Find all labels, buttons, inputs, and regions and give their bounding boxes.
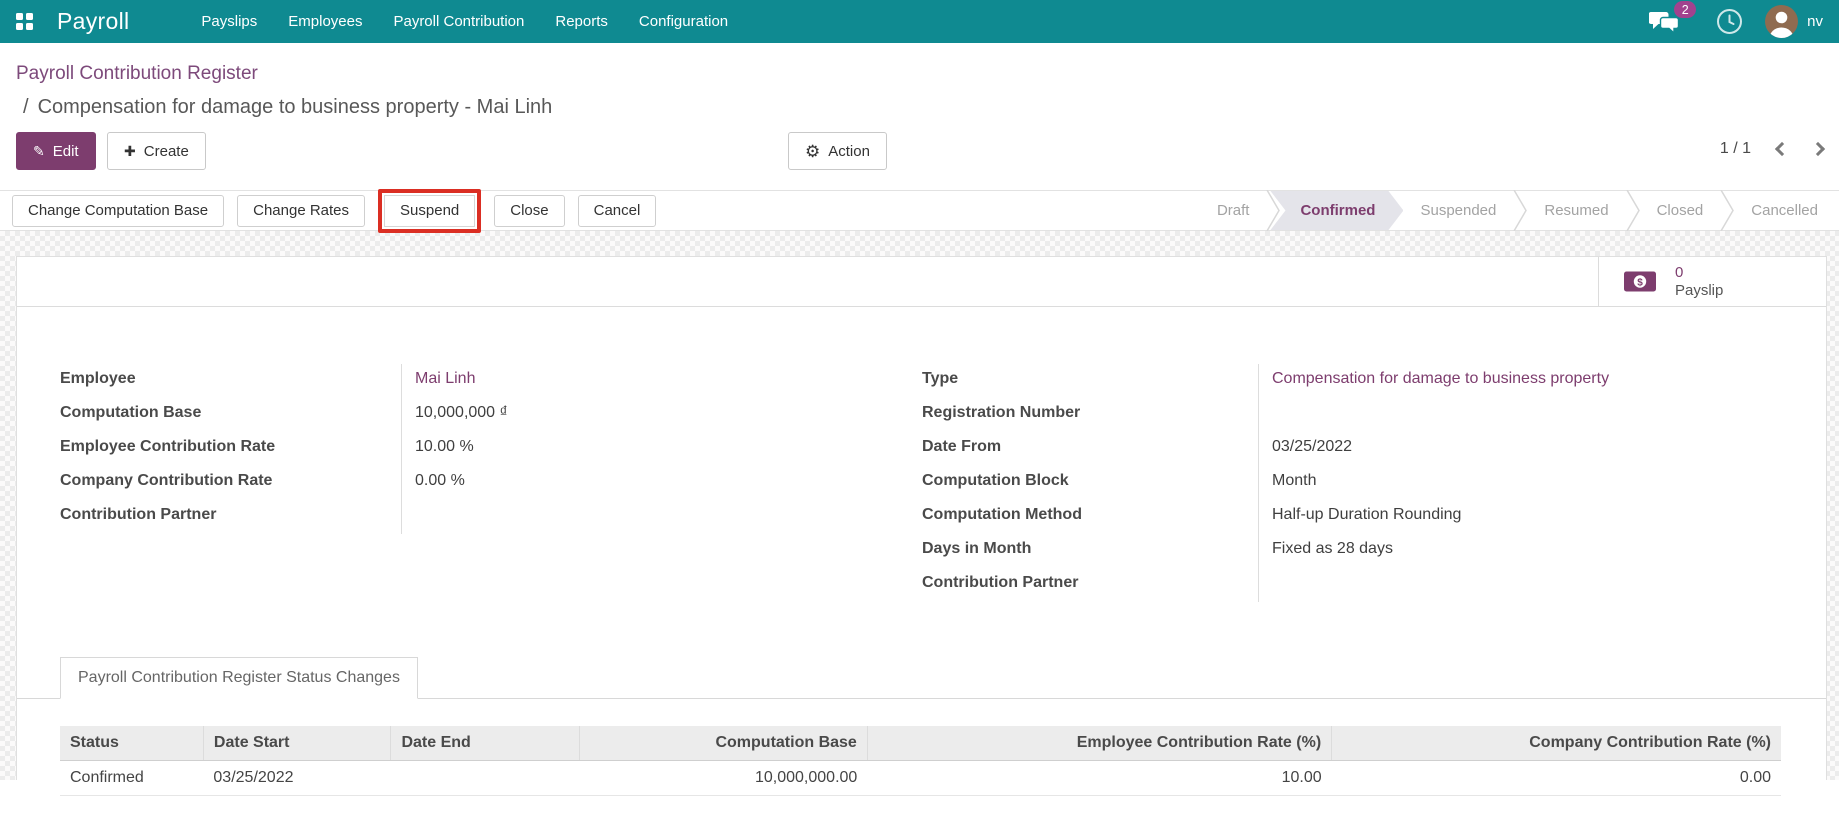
message-count-badge: 2 [1674,1,1696,18]
change-computation-base-button[interactable]: Change Computation Base [12,195,224,227]
top-navbar: Payroll Payslips Employees Payroll Contr… [0,0,1839,43]
type-link[interactable]: Compensation for damage to business prop… [1258,364,1781,398]
field-contribution-partner: Contribution Partner [60,500,905,534]
state-cancelled[interactable]: Cancelled [1734,191,1835,230]
col-status[interactable]: Status [60,726,203,761]
control-panel: ✎ Edit ✚ Create ⚙ Action 1 / 1 [0,132,1839,171]
user-menu[interactable]: nv [1765,5,1823,38]
state-separator [1513,190,1527,231]
menu-item-payslips[interactable]: Payslips [201,13,257,30]
record-title: Compensation for damage to business prop… [38,96,553,118]
cell-status: Confirmed [60,761,203,796]
breadcrumb-parent[interactable]: Payroll Contribution Register [16,63,1823,85]
cell-date-end [391,761,580,796]
gear-icon: ⚙ [805,143,820,160]
field-days-in-month: Days in Month Fixed as 28 days [922,534,1781,568]
state-pipeline: Draft Confirmed Suspended Resumed Closed… [1200,191,1839,230]
statusbar: Change Computation Base Change Rates Sus… [0,190,1839,231]
menu-item-configuration[interactable]: Configuration [639,13,728,30]
field-employee-contribution-rate: Employee Contribution Rate 10.00 % [60,432,905,466]
field-company-contribution-rate: Company Contribution Rate 0.00 % [60,466,905,500]
field-registration-number: Registration Number [922,398,1781,432]
field-date-from: Date From 03/25/2022 [922,432,1781,466]
pager: 1 / 1 [1720,140,1823,158]
menu-item-reports[interactable]: Reports [555,13,608,30]
col-date-start[interactable]: Date Start [203,726,391,761]
menu-item-payroll-contribution[interactable]: Payroll Contribution [393,13,524,30]
col-date-end[interactable]: Date End [391,726,580,761]
pager-previous-icon[interactable] [1775,142,1789,156]
app-brand[interactable]: Payroll [57,8,129,35]
menu-item-employees[interactable]: Employees [288,13,362,30]
field-group-right: Type Compensation for damage to business… [905,364,1781,602]
main-menu: Payslips Employees Payroll Contribution … [201,13,728,30]
col-company-rate[interactable]: Company Contribution Rate (%) [1332,726,1781,761]
table-row[interactable]: Confirmed 03/25/2022 10,000,000.00 10.00… [60,761,1781,796]
pager-next-icon[interactable] [1811,142,1825,156]
cell-company-rate: 0.00 [1332,761,1781,796]
field-employee: Employee Mai Linh [60,364,905,398]
state-separator [1720,190,1734,231]
state-separator [1626,190,1640,231]
breadcrumb-separator: / [23,96,29,118]
state-draft[interactable]: Draft [1200,191,1267,230]
breadcrumb: Payroll Contribution Register / Compensat… [0,43,1839,119]
messages-icon[interactable]: 2 [1649,9,1680,34]
form-sheet: $ 0 Payslip Employee Mai Linh Computatio… [16,256,1827,780]
cell-employee-rate: 10.00 [867,761,1331,796]
col-employee-rate[interactable]: Employee Contribution Rate (%) [867,726,1331,761]
pager-count: 1 / 1 [1720,140,1751,158]
breadcrumb-current: / Compensation for damage to business pro… [16,96,1823,119]
notebook: Payroll Contribution Register Status Cha… [17,657,1826,699]
pencil-icon: ✎ [33,144,45,158]
field-computation-block: Computation Block Month [922,466,1781,500]
tabs-strip: Payroll Contribution Register Status Cha… [17,657,1826,699]
apps-menu-icon[interactable] [16,13,33,30]
form-view-background: $ 0 Payslip Employee Mai Linh Computatio… [0,231,1839,780]
suspend-button[interactable]: Suspend [384,195,475,227]
field-computation-base: Computation Base 10,000,000 ₫ [60,398,905,432]
employee-link[interactable]: Mai Linh [401,364,905,398]
field-group-left: Employee Mai Linh Computation Base 10,00… [60,364,905,602]
state-resumed[interactable]: Resumed [1527,191,1625,230]
status-changes-table-wrap: Status Date Start Date End Computation B… [60,726,1781,796]
action-button[interactable]: ⚙ Action [788,132,887,170]
annotation-highlight-box: Suspend [378,189,481,233]
statusbar-buttons: Change Computation Base Change Rates Sus… [12,189,656,233]
table-header-row: Status Date Start Date End Computation B… [60,726,1781,761]
tab-status-changes[interactable]: Payroll Contribution Register Status Cha… [60,657,418,699]
user-initials: nv [1807,13,1823,30]
activity-clock-icon[interactable] [1716,8,1743,35]
navbar-right: 2 nv [1649,5,1823,38]
state-confirmed[interactable]: Confirmed [1270,191,1403,230]
status-changes-table: Status Date Start Date End Computation B… [60,726,1781,796]
payslip-count: 0 [1675,264,1723,282]
plus-icon: ✚ [124,144,136,158]
create-button[interactable]: ✚ Create [107,132,206,170]
field-computation-method: Computation Method Half-up Duration Roun… [922,500,1781,534]
state-closed[interactable]: Closed [1640,191,1721,230]
col-computation-base[interactable]: Computation Base [579,726,867,761]
cancel-button[interactable]: Cancel [578,195,657,227]
cell-computation-base: 10,000,000.00 [579,761,867,796]
field-groups: Employee Mai Linh Computation Base 10,00… [17,364,1826,602]
svg-text:$: $ [1637,278,1643,289]
money-icon: $ [1623,270,1657,293]
state-suspended[interactable]: Suspended [1403,191,1513,230]
change-rates-button[interactable]: Change Rates [237,195,365,227]
edit-button[interactable]: ✎ Edit [16,132,96,170]
payslip-stat-button[interactable]: $ 0 Payslip [1598,257,1826,306]
close-button[interactable]: Close [494,195,564,227]
payslip-label: Payslip [1675,282,1723,300]
field-contribution-partner-right: Contribution Partner [922,568,1781,602]
field-type: Type Compensation for damage to business… [922,364,1781,398]
cell-date-start: 03/25/2022 [203,761,391,796]
button-box: $ 0 Payslip [17,257,1826,307]
avatar [1765,5,1798,38]
